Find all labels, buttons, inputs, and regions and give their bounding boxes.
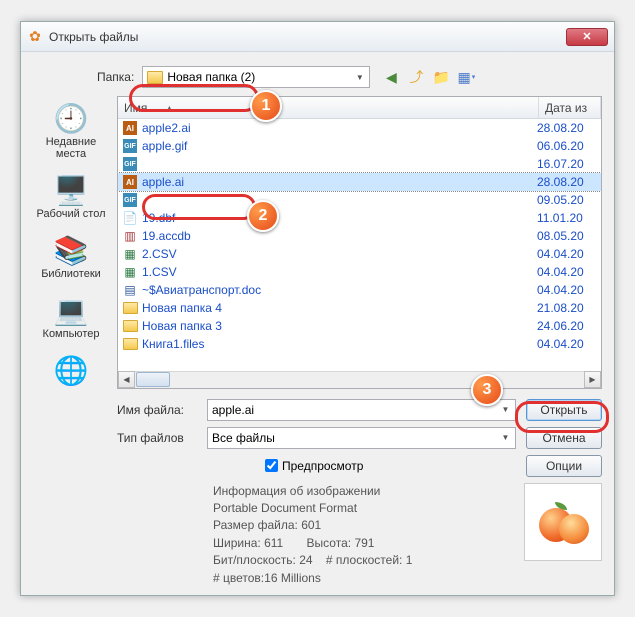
file-icon: GIF: [122, 192, 138, 208]
file-row[interactable]: ▦ 1.CSV04.04.20: [118, 263, 601, 281]
filename-label: Имя файла:: [117, 403, 197, 417]
chevron-down-icon: ▼: [498, 430, 513, 446]
file-name: apple2.ai: [142, 121, 537, 135]
column-name[interactable]: Имя: [118, 97, 539, 118]
file-name: apple.ai: [142, 175, 537, 189]
file-row[interactable]: GIF 09.05.20: [118, 191, 601, 209]
folder-icon: [147, 71, 163, 84]
file-name: 1.CSV: [142, 265, 537, 279]
chevron-down-icon: ▼: [352, 69, 367, 85]
file-row[interactable]: Книга1.files04.04.20: [118, 335, 601, 353]
open-button[interactable]: Открыть: [526, 399, 602, 421]
titlebar: ✿ Открыть файлы ✕: [21, 22, 614, 52]
place-computer[interactable]: 💻Компьютер: [43, 294, 100, 340]
file-date: 28.08.20: [537, 121, 597, 135]
file-name: Книга1.files: [142, 337, 537, 351]
file-date: 28.08.20: [537, 175, 597, 189]
file-date: 16.07.20: [537, 157, 597, 171]
place-recent[interactable]: 🕘Недавние места: [33, 102, 109, 160]
close-button[interactable]: ✕: [566, 28, 608, 46]
file-row[interactable]: ▦ 2.CSV04.04.20: [118, 245, 601, 263]
scroll-right-icon[interactable]: ▶: [584, 371, 601, 388]
file-row[interactable]: AI apple2.ai28.08.20: [118, 119, 601, 137]
file-date: 11.01.20: [537, 211, 597, 225]
file-row[interactable]: ▤ ~$Авиатранспорт.doc04.04.20: [118, 281, 601, 299]
chevron-down-icon: ▼: [498, 402, 513, 418]
folder-current: Новая папка (2): [167, 70, 255, 84]
file-icon: 📄: [122, 210, 138, 226]
scroll-left-icon[interactable]: ◀: [118, 371, 135, 388]
file-row[interactable]: GIF 16.07.20: [118, 155, 601, 173]
file-date: 04.04.20: [537, 283, 597, 297]
file-date: 06.06.20: [537, 139, 597, 153]
file-date: 04.04.20: [537, 337, 597, 351]
file-row[interactable]: 📄 19.dbf11.01.20: [118, 209, 601, 227]
file-icon: ▥: [122, 228, 138, 244]
place-libraries[interactable]: 📚Библиотеки: [41, 234, 101, 280]
file-icon: ▤: [122, 282, 138, 298]
file-date: 24.06.20: [537, 319, 597, 333]
file-icon: GIF: [122, 138, 138, 154]
annotation-badge-3: 3: [471, 374, 503, 406]
filetype-select[interactable]: Все файлы▼: [207, 427, 516, 449]
file-icon: [122, 318, 138, 334]
folder-label: Папка:: [97, 70, 134, 84]
file-date: 04.04.20: [537, 265, 597, 279]
place-desktop[interactable]: 🖥️Рабочий стол: [36, 174, 105, 220]
new-folder-button[interactable]: 📁: [430, 66, 452, 88]
annotation-badge-1: 1: [250, 90, 282, 122]
preview-checkbox[interactable]: Предпросмотр: [265, 459, 363, 473]
file-row[interactable]: Новая папка 421.08.20: [118, 299, 601, 317]
app-icon: ✿: [27, 29, 43, 45]
file-icon: AI: [122, 120, 138, 136]
file-icon: [122, 336, 138, 352]
back-button[interactable]: ◀: [380, 66, 402, 88]
up-button[interactable]: ⤴: [405, 66, 427, 88]
file-date: 09.05.20: [537, 193, 597, 207]
scroll-thumb[interactable]: [136, 372, 170, 387]
file-name: 19.dbf: [142, 211, 537, 225]
file-row[interactable]: Новая папка 324.06.20: [118, 317, 601, 335]
open-file-dialog: ✿ Открыть файлы ✕ Папка: Новая папка (2)…: [20, 21, 615, 596]
file-name: 19.accdb: [142, 229, 537, 243]
horizontal-scrollbar[interactable]: ◀ ▶: [118, 371, 601, 388]
annotation-badge-2: 2: [247, 200, 279, 232]
preview-thumbnail: [524, 483, 602, 561]
file-row[interactable]: ▥ 19.accdb08.05.20: [118, 227, 601, 245]
file-icon: ▦: [122, 246, 138, 262]
places-bar: 🕘Недавние места 🖥️Рабочий стол 📚Библиоте…: [33, 96, 109, 587]
file-row[interactable]: GIF apple.gif06.06.20: [118, 137, 601, 155]
options-button[interactable]: Опции: [526, 455, 602, 477]
place-network[interactable]: 🌐: [55, 354, 87, 388]
file-date: 04.04.20: [537, 247, 597, 261]
window-title: Открыть файлы: [49, 30, 566, 44]
column-date[interactable]: Дата из: [539, 97, 601, 118]
file-date: 08.05.20: [537, 229, 597, 243]
filename-input[interactable]: apple.ai▼: [207, 399, 516, 421]
view-menu-button[interactable]: ▦▾: [455, 66, 477, 88]
file-name: Новая папка 4: [142, 301, 537, 315]
folder-combo[interactable]: Новая папка (2) ▼: [142, 66, 370, 88]
file-icon: GIF: [122, 156, 138, 172]
file-name: ~$Авиатранспорт.doc: [142, 283, 537, 297]
file-list: Имя Дата из AIapple2.ai28.08.20GIFapple.…: [117, 96, 602, 389]
file-icon: [122, 300, 138, 316]
file-icon: ▦: [122, 264, 138, 280]
file-name: apple.gif: [142, 139, 537, 153]
file-name: 2.CSV: [142, 247, 537, 261]
cancel-button[interactable]: Отмена: [526, 427, 602, 449]
image-info: Информация об изображении Portable Docum…: [213, 483, 514, 587]
file-date: 21.08.20: [537, 301, 597, 315]
file-row[interactable]: AI apple.ai28.08.20: [118, 173, 601, 191]
file-icon: AI: [122, 174, 138, 190]
file-name: Новая папка 3: [142, 319, 537, 333]
filetype-label: Тип файлов: [117, 431, 197, 445]
